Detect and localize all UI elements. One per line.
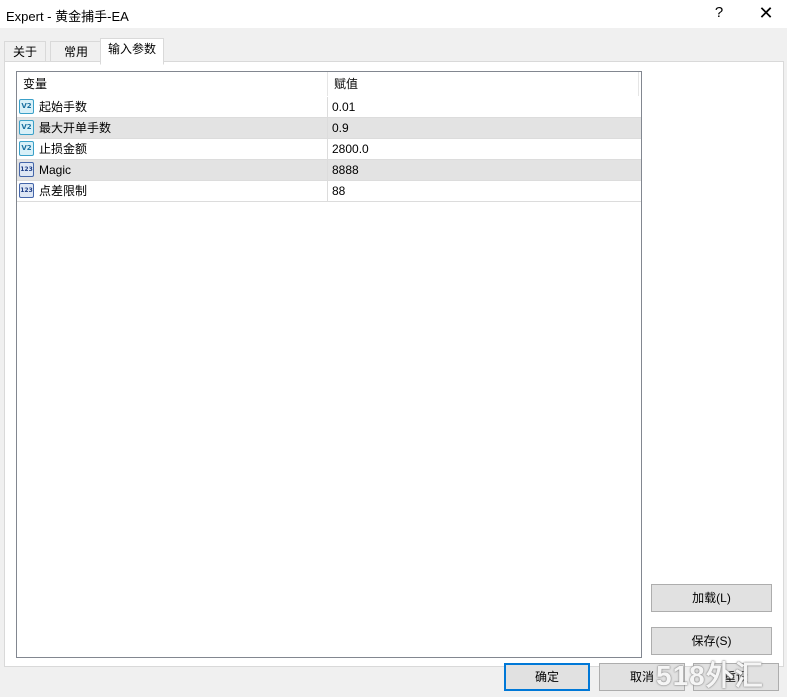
table-row[interactable]: 123 点差限制 88 <box>17 181 641 202</box>
column-header-variable[interactable]: 变量 <box>17 72 328 96</box>
table-row[interactable]: V2 最大开单手数 0.9 <box>17 118 641 139</box>
variable-name: 止损金额 <box>39 142 88 156</box>
value-cell[interactable]: 0.01 <box>332 97 355 117</box>
value-cell[interactable]: 88 <box>332 181 345 201</box>
load-button[interactable]: 加载(L) <box>651 584 772 612</box>
tab-common[interactable]: 常用 <box>50 41 102 62</box>
parameters-grid: 变量 赋值 V2 起始手数 0.01 V2 最大开单手数 0.9 V2 止损金额… <box>16 71 642 658</box>
value-cell[interactable]: 2800.0 <box>332 139 369 159</box>
column-header-value[interactable]: 赋值 <box>328 72 639 96</box>
v2-double-icon: V2 <box>19 99 34 114</box>
close-button[interactable]: ✕ <box>751 2 781 26</box>
table-row[interactable]: 123 Magic 8888 <box>17 160 641 181</box>
tab-about[interactable]: 关于 <box>4 41 46 62</box>
v2-double-icon: V2 <box>19 120 34 135</box>
variable-cell: 123 点差限制 <box>17 181 328 201</box>
value-cell[interactable]: 0.9 <box>332 118 349 138</box>
variable-name: 最大开单手数 <box>39 121 112 135</box>
variable-name: 点差限制 <box>39 184 88 198</box>
watermark: 518外汇网 <box>656 660 764 691</box>
table-row[interactable]: V2 起始手数 0.01 <box>17 97 641 118</box>
window-title: Expert - 黄金捕手-EA <box>6 9 129 24</box>
table-row[interactable]: V2 止损金额 2800.0 <box>17 139 641 160</box>
ok-button[interactable]: 确定 <box>504 663 590 691</box>
tab-inputs[interactable]: 输入参数 <box>100 38 164 65</box>
v2-double-icon: V2 <box>19 141 34 156</box>
variable-cell: V2 起始手数 <box>17 97 328 117</box>
variable-name: Magic <box>39 163 72 177</box>
title-bar: Expert - 黄金捕手-EA ? ✕ <box>0 0 787 28</box>
int-123-icon: 123 <box>19 183 34 198</box>
variable-name: 起始手数 <box>39 100 88 114</box>
variable-cell: V2 最大开单手数 <box>17 118 328 138</box>
grid-header: 变量 赋值 <box>17 72 641 96</box>
expert-dialog: Expert - 黄金捕手-EA ? ✕ 关于 常用 输入参数 变量 赋值 V2… <box>0 0 787 697</box>
variable-cell: 123 Magic <box>17 160 328 180</box>
help-button[interactable]: ? <box>704 2 734 26</box>
save-button[interactable]: 保存(S) <box>651 627 772 655</box>
int-123-icon: 123 <box>19 162 34 177</box>
variable-cell: V2 止损金额 <box>17 139 328 159</box>
value-cell[interactable]: 8888 <box>332 160 359 180</box>
